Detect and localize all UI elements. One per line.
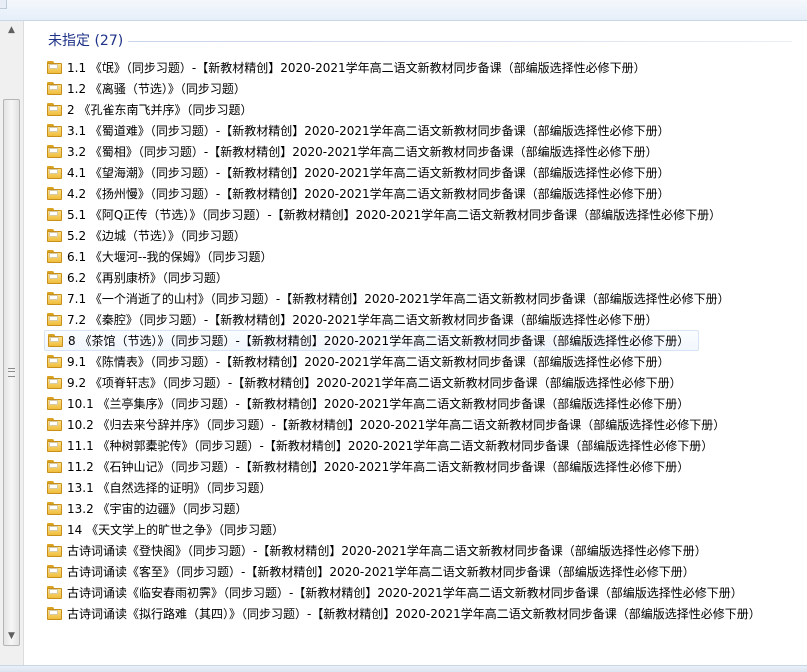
folder-icon <box>47 145 62 158</box>
list-item-label: 古诗词诵读《客至》（同步习题）-【新教材精创】2020-2021学年高二语文新教… <box>67 565 695 579</box>
list-item-label: 4.1 《望海潮》（同步习题）-【新教材精创】2020-2021学年高二语文新教… <box>67 166 670 180</box>
folder-icon <box>47 586 62 599</box>
list-item-label: 6.2 《再别康桥》（同步习题） <box>67 271 228 285</box>
list-item-label: 1.2 《离骚（节选）》（同步习题） <box>67 82 246 96</box>
folder-icon <box>47 418 62 431</box>
folder-icon <box>48 334 63 347</box>
arrow-up-icon[interactable]: ▲ <box>4 23 19 38</box>
folder-icon <box>47 187 62 200</box>
list-item-label: 古诗词诵读《登快阁》（同步习题）-【新教材精创】2020-2021学年高二语文新… <box>67 544 707 558</box>
folder-icon <box>47 607 62 620</box>
list-item[interactable]: 3.1 《蜀道难》（同步习题）-【新教材精创】2020-2021学年高二语文新教… <box>44 120 804 141</box>
folder-icon <box>47 103 62 116</box>
list-item[interactable]: 古诗词诵读《拟行路难（其四）》（同步习题）-【新教材精创】2020-2021学年… <box>44 603 804 624</box>
arrow-down-icon[interactable]: ▼ <box>4 629 19 644</box>
folder-icon <box>47 313 62 326</box>
list-item-label: 14 《天文学上的旷世之争》（同步习题） <box>67 523 285 537</box>
bottom-edge <box>0 665 807 672</box>
list-item-label: 11.1 《种树郭橐驼传》（同步习题）-【新教材精创】2020-2021学年高二… <box>67 439 714 453</box>
folder-icon <box>47 481 62 494</box>
vertical-scrollbar[interactable]: ▲ ▼ <box>0 21 24 666</box>
list-item[interactable]: 5.2 《边城（节选）》（同步习题） <box>44 225 804 246</box>
folder-icon <box>47 271 62 284</box>
list-item-label: 2 《孔雀东南飞并序》（同步习题） <box>67 103 253 117</box>
list-item[interactable]: 13.1 《自然选择的证明》（同步习题） <box>44 477 804 498</box>
list-item-label: 古诗词诵读《临安春雨初霁》（同步习题）-【新教材精创】2020-2021学年高二… <box>67 586 743 600</box>
list-item[interactable]: 10.1 《兰亭集序》（同步习题）-【新教材精创】2020-2021学年高二语文… <box>44 393 804 414</box>
list-item[interactable]: 5.1 《阿Q正传（节选）》（同步习题）-【新教材精创】2020-2021学年高… <box>44 204 804 225</box>
list-item-label: 13.1 《自然选择的证明》（同步习题） <box>67 481 272 495</box>
folder-icon <box>47 355 62 368</box>
list-item[interactable]: 7.1 《一个消逝了的山村》（同步习题）-【新教材精创】2020-2021学年高… <box>44 288 804 309</box>
group-divider <box>128 41 792 42</box>
list-item-label: 10.1 《兰亭集序》（同步习题）-【新教材精创】2020-2021学年高二语文… <box>67 397 690 411</box>
folder-icon <box>47 208 62 221</box>
folder-icon <box>47 292 62 305</box>
list-item-label: 5.1 《阿Q正传（节选）》（同步习题）-【新教材精创】2020-2021学年高… <box>67 208 722 222</box>
list-item[interactable]: 古诗词诵读《临安春雨初霁》（同步习题）-【新教材精创】2020-2021学年高二… <box>44 582 804 603</box>
list-item[interactable]: 9.2 《项脊轩志》（同步习题）-【新教材精创】2020-2021学年高二语文新… <box>44 372 804 393</box>
list-item-label: 3.1 《蜀道难》（同步习题）-【新教材精创】2020-2021学年高二语文新教… <box>67 124 670 138</box>
folder-icon <box>47 166 62 179</box>
list-item[interactable]: 7.2 《秦腔》（同步习题）-【新教材精创】2020-2021学年高二语文新教材… <box>44 309 804 330</box>
folder-icon <box>47 460 62 473</box>
top-toolbar-edge <box>0 0 807 21</box>
list-item[interactable]: 10.2 《归去来兮辞并序》（同步习题）-【新教材精创】2020-2021学年高… <box>44 414 804 435</box>
list-item[interactable]: 14 《天文学上的旷世之争》（同步习题） <box>44 519 804 540</box>
list-item[interactable]: 1.2 《离骚（节选）》（同步习题） <box>44 78 804 99</box>
list-item-label: 5.2 《边城（节选）》（同步习题） <box>67 229 246 243</box>
folder-icon <box>47 544 62 557</box>
list-item[interactable]: 6.1 《大堰河--我的保姆》（同步习题） <box>44 246 804 267</box>
list-item-label: 11.2 《石钟山记》（同步习题）-【新教材精创】2020-2021学年高二语文… <box>67 460 690 474</box>
scrollbar-thumb[interactable] <box>3 99 20 646</box>
list-item-label: 7.2 《秦腔》（同步习题）-【新教材精创】2020-2021学年高二语文新教材… <box>67 313 658 327</box>
list-item-label: 7.1 《一个消逝了的山村》（同步习题）-【新教材精创】2020-2021学年高… <box>67 292 730 306</box>
folder-icon <box>47 82 62 95</box>
list-item[interactable]: 4.2 《扬州慢》（同步习题）-【新教材精创】2020-2021学年高二语文新教… <box>44 183 804 204</box>
list-item-label: 6.1 《大堰河--我的保姆》（同步习题） <box>67 250 273 264</box>
list-item[interactable]: 3.2 《蜀相》（同步习题）-【新教材精创】2020-2021学年高二语文新教材… <box>44 141 804 162</box>
list-item-label: 古诗词诵读《拟行路难（其四）》（同步习题）-【新教材精创】2020-2021学年… <box>67 607 761 621</box>
window-corner <box>0 0 7 9</box>
list-item-label: 8 《茶馆（节选）》（同步习题）-【新教材精创】2020-2021学年高二语文新… <box>68 334 690 348</box>
folder-icon <box>47 376 62 389</box>
list-item-label: 13.2 《宇宙的边疆》（同步习题） <box>67 502 248 516</box>
folder-icon <box>47 250 62 263</box>
list-item-label: 4.2 《扬州慢》（同步习题）-【新教材精创】2020-2021学年高二语文新教… <box>67 187 670 201</box>
list-item[interactable]: 1.1 《氓》（同步习题）-【新教材精创】2020-2021学年高二语文新教材同… <box>44 57 804 78</box>
list-item[interactable]: 4.1 《望海潮》（同步习题）-【新教材精创】2020-2021学年高二语文新教… <box>44 162 804 183</box>
folder-icon <box>47 397 62 410</box>
list-item[interactable]: 9.1 《陈情表》（同步习题）-【新教材精创】2020-2021学年高二语文新教… <box>44 351 804 372</box>
file-list: 1.1 《氓》（同步习题）-【新教材精创】2020-2021学年高二语文新教材同… <box>44 57 804 624</box>
list-item-label: 9.1 《陈情表》（同步习题）-【新教材精创】2020-2021学年高二语文新教… <box>67 355 670 369</box>
list-item[interactable]: 11.2 《石钟山记》（同步习题）-【新教材精创】2020-2021学年高二语文… <box>44 456 804 477</box>
folder-icon <box>47 502 62 515</box>
folder-icon <box>47 61 62 74</box>
list-item[interactable]: 古诗词诵读《登快阁》（同步习题）-【新教材精创】2020-2021学年高二语文新… <box>44 540 804 561</box>
list-item-label: 1.1 《氓》（同步习题）-【新教材精创】2020-2021学年高二语文新教材同… <box>67 61 646 75</box>
list-item-label: 3.2 《蜀相》（同步习题）-【新教材精创】2020-2021学年高二语文新教材… <box>67 145 658 159</box>
folder-icon <box>47 124 62 137</box>
folder-icon <box>47 439 62 452</box>
list-item[interactable]: 古诗词诵读《客至》（同步习题）-【新教材精创】2020-2021学年高二语文新教… <box>44 561 804 582</box>
list-item-label: 9.2 《项脊轩志》（同步习题）-【新教材精创】2020-2021学年高二语文新… <box>67 376 682 390</box>
list-item[interactable]: 6.2 《再别康桥》（同步习题） <box>44 267 804 288</box>
list-item[interactable]: 8 《茶馆（节选）》（同步习题）-【新教材精创】2020-2021学年高二语文新… <box>44 330 699 351</box>
list-item[interactable]: 2 《孔雀东南飞并序》（同步习题） <box>44 99 804 120</box>
list-item[interactable]: 11.1 《种树郭橐驼传》（同步习题）-【新教材精创】2020-2021学年高二… <box>44 435 804 456</box>
list-item[interactable]: 13.2 《宇宙的边疆》（同步习题） <box>44 498 804 519</box>
list-item-label: 10.2 《归去来兮辞并序》（同步习题）-【新教材精创】2020-2021学年高… <box>67 418 726 432</box>
folder-icon <box>47 565 62 578</box>
folder-icon <box>47 229 62 242</box>
folder-icon <box>47 523 62 536</box>
grip-icon <box>8 368 15 377</box>
